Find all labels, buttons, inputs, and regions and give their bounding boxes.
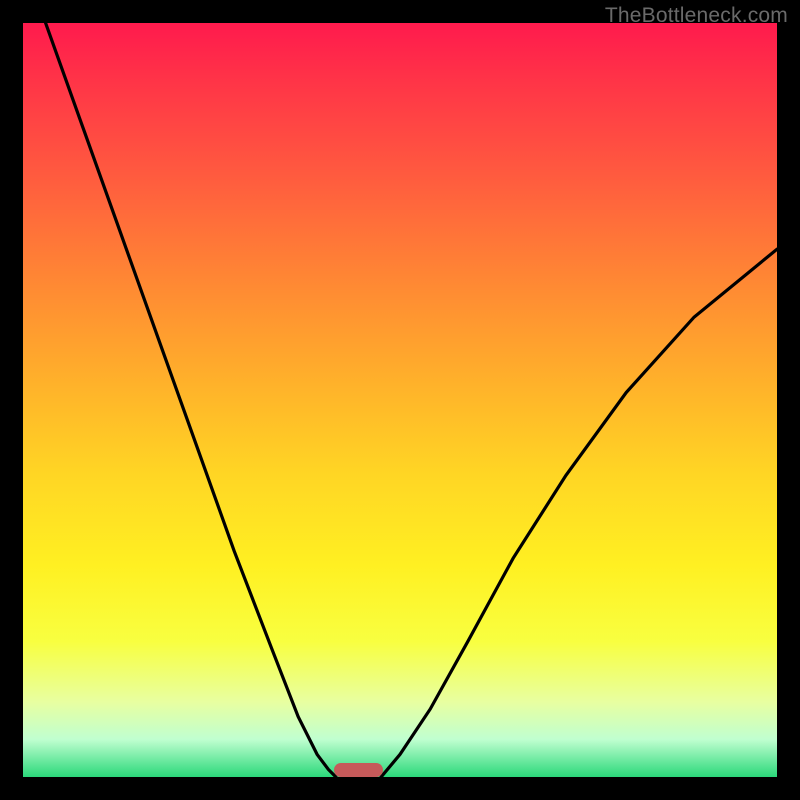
left-curve (46, 23, 336, 777)
curve-layer (23, 23, 777, 777)
outer-frame: TheBottleneck.com (0, 0, 800, 800)
right-curve (381, 249, 777, 777)
optimal-marker (334, 763, 383, 777)
plot-area (23, 23, 777, 777)
